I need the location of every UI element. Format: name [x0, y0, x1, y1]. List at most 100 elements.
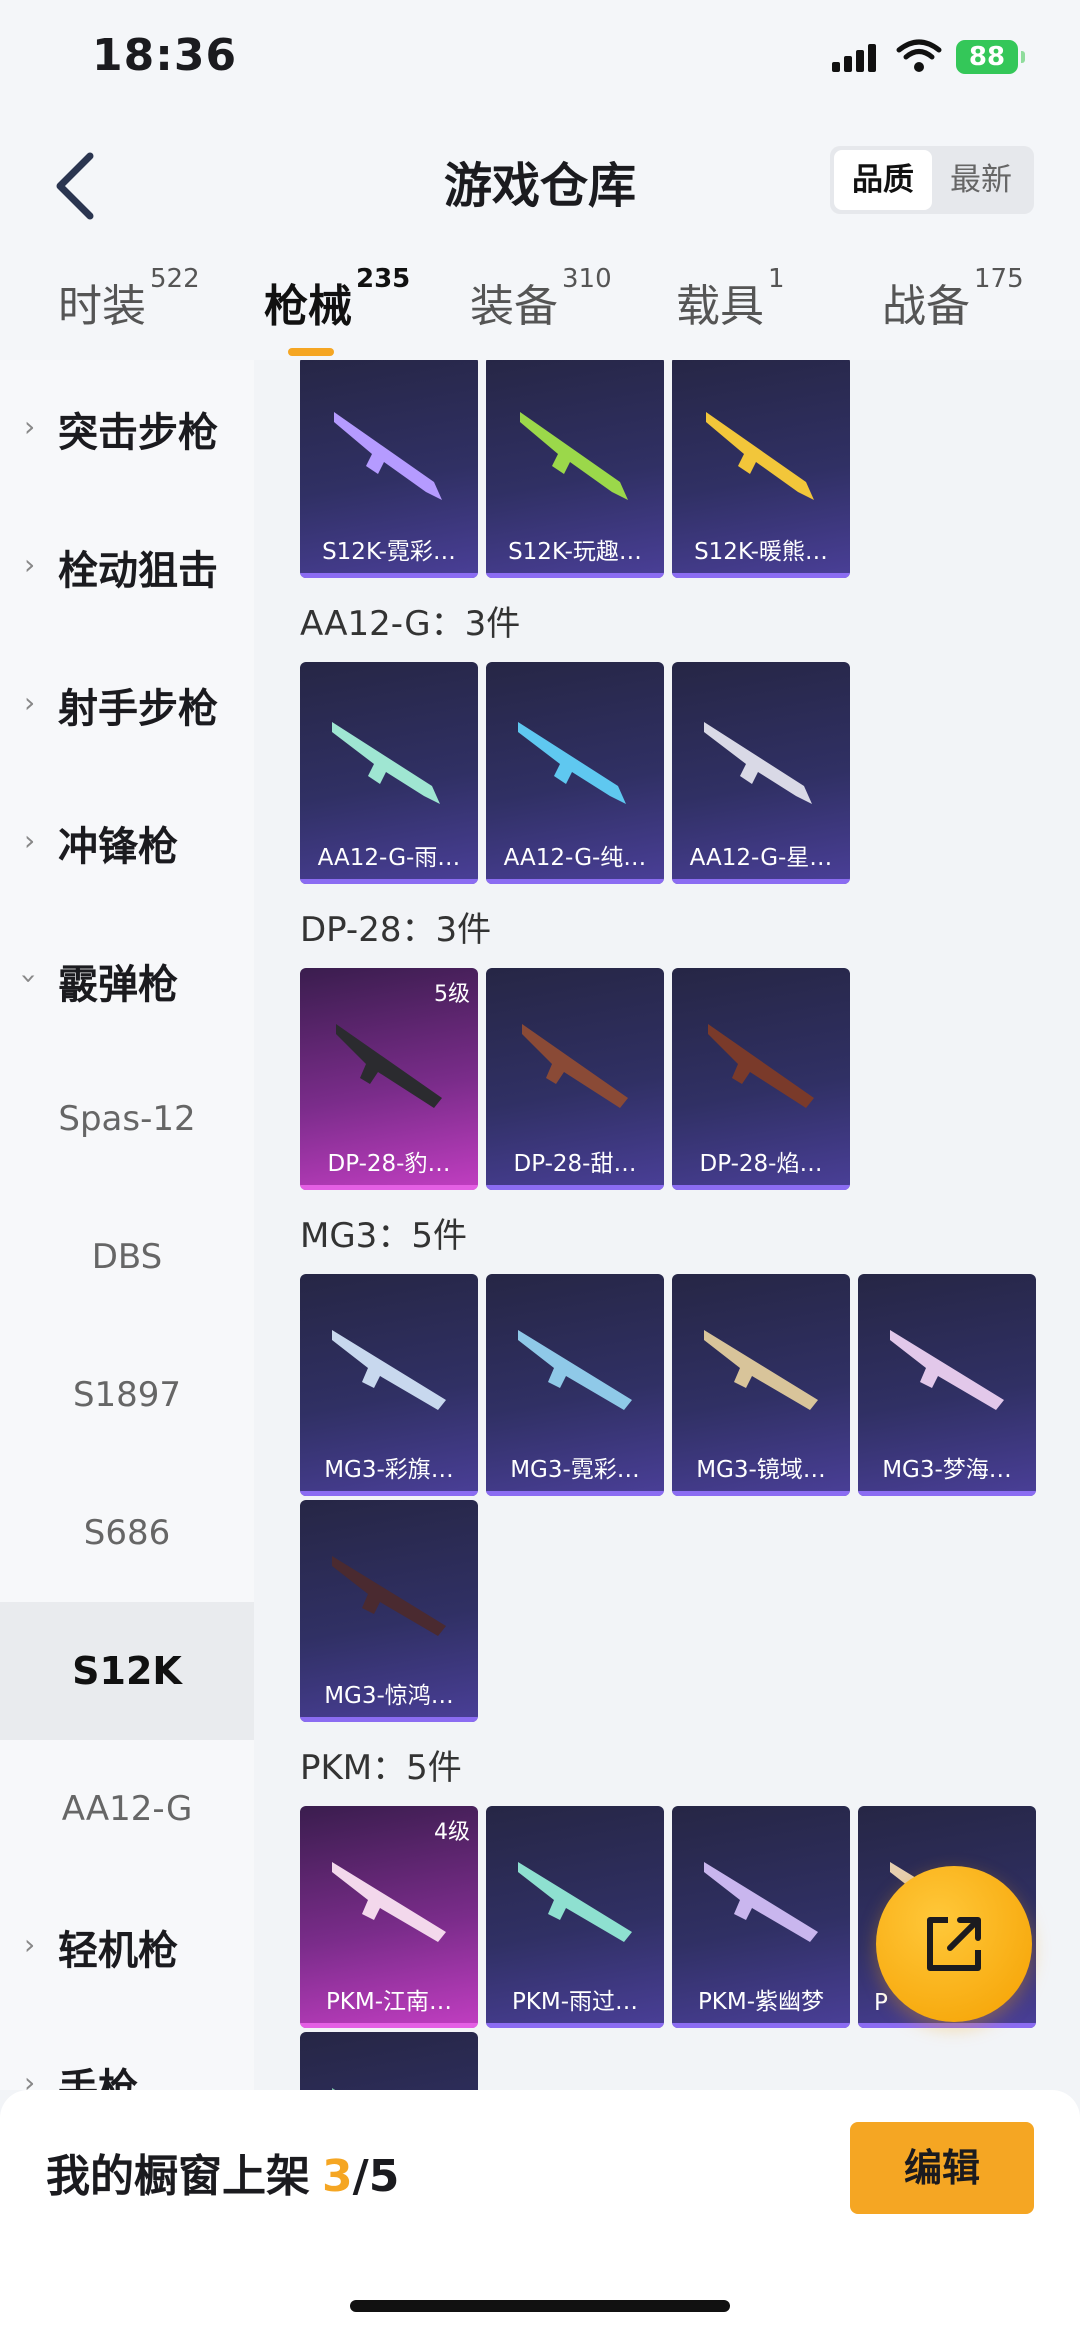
- status-bar: 18:36 88: [0, 0, 1080, 120]
- tab-gear[interactable]: 装备310: [470, 264, 612, 334]
- skin-name: AA12-G-星…: [689, 845, 833, 871]
- sidebar-item-pistols[interactable]: › 手枪: [0, 2016, 254, 2090]
- tab-vehicles[interactable]: 载具1: [676, 264, 785, 334]
- skin-card[interactable]: MG3-镜域…: [672, 1274, 850, 1496]
- group-title: DP-28：3件: [300, 910, 492, 950]
- mg-skin-icon: [704, 1862, 818, 1942]
- sidebar-item-shotguns[interactable]: › 霰弹枪: [0, 912, 254, 1050]
- tab-count: 175: [974, 264, 1024, 294]
- chevron-right-icon: ›: [24, 686, 36, 719]
- status-time: 18:36: [92, 30, 238, 81]
- skin-name: AA12-G-雨…: [317, 845, 461, 871]
- skin-card[interactable]: MG3-霓彩…: [486, 1274, 664, 1496]
- skin-card[interactable]: MG3-梦海…: [858, 1274, 1036, 1496]
- shotgun-skin-icon: [518, 722, 626, 804]
- skin-card[interactable]: S12K-玩趣…: [486, 360, 664, 578]
- sidebar-subitem-s686[interactable]: S686: [0, 1464, 254, 1602]
- shotgun-skin-icon: [334, 412, 442, 500]
- sidebar-item-assault-rifles[interactable]: › 突击步枪: [0, 360, 254, 498]
- skin-card[interactable]: DP-28-焰…: [672, 968, 850, 1190]
- tab-count: 522: [150, 264, 200, 294]
- active-tab-indicator: [288, 348, 334, 356]
- skin-card[interactable]: MG3-惊鸿…: [300, 1500, 478, 1722]
- share-button[interactable]: [876, 1866, 1032, 2022]
- sidebar-subitem-spas12[interactable]: Spas-12: [0, 1050, 254, 1188]
- sidebar-item-smgs[interactable]: › 冲锋枪: [0, 774, 254, 912]
- skin-card[interactable]: PKM-雨过…: [486, 1806, 664, 2028]
- battery-icon: 88: [956, 40, 1025, 74]
- tab-count: 1: [768, 264, 785, 294]
- sidebar-subitem-s1897[interactable]: S1897: [0, 1326, 254, 1464]
- sidebar-item-lmgs[interactable]: › 轻机枪: [0, 1878, 254, 2016]
- tab-label: 载具: [676, 281, 764, 332]
- group-title: MG3：5件: [300, 1216, 467, 1256]
- skin-card[interactable]: S12K-霓彩…: [300, 360, 478, 578]
- chevron-right-icon: ›: [24, 2066, 36, 2090]
- sidebar-item-label: 突击步枪: [58, 410, 218, 456]
- shotgun-skin-icon: [520, 412, 628, 500]
- skin-name: DP-28-甜…: [513, 1151, 637, 1177]
- chevron-right-icon: ›: [24, 410, 36, 443]
- weapon-category-sidebar: › 突击步枪 › 栓动狙击 › 射手步枪 › 冲锋枪 › 霰弹枪 Spas-12 DBS …: [0, 360, 254, 2090]
- home-indicator: [350, 2300, 730, 2312]
- sidebar-subitem-dbs[interactable]: DBS: [0, 1188, 254, 1326]
- shotgun-skin-icon: [332, 722, 440, 804]
- group-title: AA12-G：3件: [300, 604, 521, 644]
- lmg-skin-icon: [522, 1024, 628, 1108]
- sidebar-item-label: 射手步枪: [58, 686, 218, 732]
- sidebar-item-marksman-rifles[interactable]: › 射手步枪: [0, 636, 254, 774]
- weapon-skin-grid: S12K-霓彩… S12K-玩趣… S12K-暖熊… AA12-G：3件 AA1…: [254, 360, 1080, 2090]
- chevron-right-icon: ›: [24, 1928, 36, 1961]
- skin-name: S12K-霓彩…: [322, 539, 456, 565]
- skin-name: S12K-玩趣…: [508, 539, 642, 565]
- skin-card[interactable]: 5级 DP-28-豹…: [300, 968, 478, 1190]
- skin-card[interactable]: AA12-G-纯…: [486, 662, 664, 884]
- showcase-current-count: 3: [322, 2151, 353, 2202]
- skin-name: PKM-江南…: [325, 1989, 453, 2015]
- shotgun-skin-icon: [704, 722, 812, 804]
- cellular-signal-icon: [832, 44, 880, 72]
- mg-skin-icon: [332, 1556, 446, 1636]
- mg-skin-icon: [332, 1330, 446, 1410]
- sidebar-item-bolt-snipers[interactable]: › 栓动狙击: [0, 498, 254, 636]
- showcase-total-count: /5: [352, 2151, 400, 2202]
- lmg-skin-icon: [336, 1024, 442, 1108]
- chevron-down-icon: ›: [13, 972, 47, 985]
- skin-card[interactable]: [300, 2032, 478, 2090]
- wifi-icon: [896, 39, 942, 72]
- skin-name: MG3-梦海…: [882, 1457, 1012, 1483]
- sort-newest-button[interactable]: 最新: [932, 150, 1030, 210]
- skin-name: AA12-G-纯…: [503, 845, 647, 871]
- skin-name: DP-28-豹…: [327, 1151, 451, 1177]
- mg-skin-icon: [518, 1862, 632, 1942]
- shotgun-skin-icon: [706, 412, 814, 500]
- skin-card[interactable]: MG3-彩旗…: [300, 1274, 478, 1496]
- edit-button[interactable]: 编辑: [850, 2122, 1034, 2214]
- tab-weapons[interactable]: 枪械235: [264, 264, 410, 356]
- tab-label: 枪械: [264, 281, 352, 332]
- group-title: PKM：5件: [300, 1748, 462, 1788]
- tab-outfits[interactable]: 时装522: [58, 264, 200, 334]
- skin-card[interactable]: AA12-G-雨…: [300, 662, 478, 884]
- skin-name: PKM-紫幽梦: [697, 1989, 825, 2015]
- skin-card[interactable]: 4级 PKM-江南…: [300, 1806, 478, 2028]
- sidebar-item-label: 手枪: [58, 2066, 138, 2090]
- skin-name: S12K-暖熊…: [694, 539, 828, 565]
- category-tabs: 时装522 枪械235 装备310 载具1 战备175: [0, 264, 1080, 360]
- showcase-label: 我的橱窗上架: [46, 2151, 310, 2202]
- sidebar-subitem-aa12g[interactable]: AA12-G: [0, 1740, 254, 1878]
- sort-quality-button[interactable]: 品质: [834, 150, 932, 210]
- mg-skin-icon: [890, 1330, 1004, 1410]
- share-icon: [927, 1917, 981, 1971]
- tab-label: 装备: [470, 281, 558, 332]
- tab-supplies[interactable]: 战备175: [882, 264, 1024, 334]
- skin-card[interactable]: DP-28-甜…: [486, 968, 664, 1190]
- tab-label: 时装: [58, 281, 146, 332]
- skin-card[interactable]: AA12-G-星…: [672, 662, 850, 884]
- mg-skin-icon: [704, 1330, 818, 1410]
- sidebar-subitem-s12k[interactable]: S12K: [0, 1602, 254, 1740]
- skin-name: PKM-雨过…: [511, 1989, 639, 2015]
- skin-card[interactable]: PKM-紫幽梦: [672, 1806, 850, 2028]
- skin-card[interactable]: S12K-暖熊…: [672, 360, 850, 578]
- sidebar-item-label: 霰弹枪: [58, 962, 178, 1008]
